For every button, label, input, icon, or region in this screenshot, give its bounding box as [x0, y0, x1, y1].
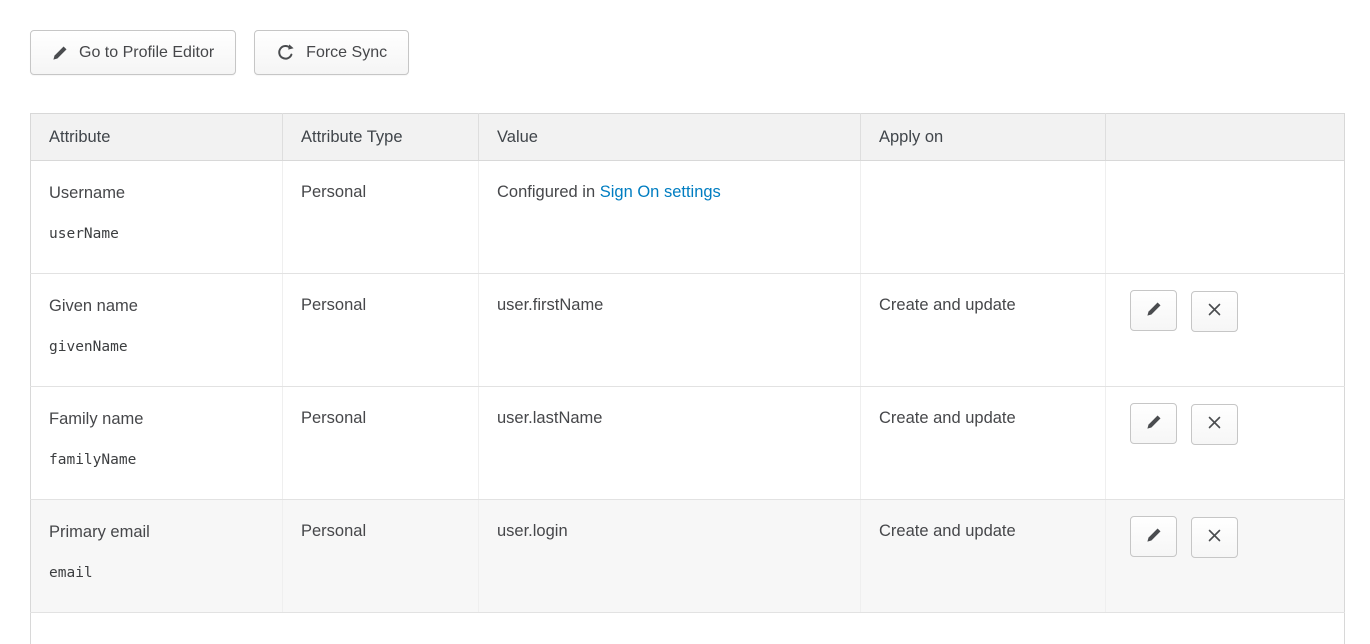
- attribute-variable-name: givenName: [49, 338, 264, 356]
- force-sync-icon: [276, 43, 295, 62]
- close-icon: [1207, 415, 1222, 433]
- column-header-actions: [1106, 114, 1345, 161]
- value-text: Configured in: [497, 183, 600, 201]
- sign-on-settings-link[interactable]: Sign On settings: [600, 183, 721, 201]
- value-cell: user.login: [479, 500, 861, 613]
- apply-on-cell: Create and update: [861, 274, 1106, 387]
- pencil-icon: [1146, 527, 1162, 546]
- attribute-type-cell: Personal: [283, 500, 479, 613]
- attribute-variable-name: userName: [49, 225, 264, 243]
- table-row: Primary email email Personal user.login …: [31, 500, 1345, 613]
- apply-on-cell: Create and update: [861, 387, 1106, 500]
- edit-row-button[interactable]: [1130, 290, 1177, 331]
- remove-row-button[interactable]: [1191, 517, 1238, 558]
- force-sync-label: Force Sync: [306, 44, 387, 62]
- apply-on-cell: Create and update: [861, 500, 1106, 613]
- value-cell: Configured in Sign On settings: [479, 161, 861, 274]
- close-icon: [1207, 528, 1222, 546]
- attribute-cell: Family name familyName: [31, 387, 283, 500]
- force-sync-button[interactable]: Force Sync: [254, 30, 409, 75]
- attribute-label: Family name: [49, 409, 264, 429]
- table-row-partial: [31, 613, 1345, 644]
- edit-row-button[interactable]: [1130, 403, 1177, 444]
- value-cell: user.lastName: [479, 387, 861, 500]
- attribute-label: Given name: [49, 296, 264, 316]
- actions-cell: [1106, 500, 1345, 613]
- attribute-mappings-page: Go to Profile Editor Force Sync Attribut…: [0, 0, 1370, 644]
- table-header-row: Attribute Attribute Type Value Apply on: [31, 114, 1345, 161]
- attribute-type-cell: Personal: [283, 274, 479, 387]
- attribute-label: Primary email: [49, 522, 264, 542]
- column-header-attribute-type: Attribute Type: [283, 114, 479, 161]
- attribute-variable-name: email: [49, 564, 264, 582]
- attribute-cell: Primary email email: [31, 500, 283, 613]
- attribute-cell: Username userName: [31, 161, 283, 274]
- actions-cell: [1106, 387, 1345, 500]
- go-to-profile-editor-label: Go to Profile Editor: [79, 44, 214, 62]
- attribute-label: Username: [49, 183, 264, 203]
- pencil-icon: [1146, 414, 1162, 433]
- table-row: Username userName Personal Configured in…: [31, 161, 1345, 274]
- attribute-variable-name: familyName: [49, 451, 264, 469]
- go-to-profile-editor-button[interactable]: Go to Profile Editor: [30, 30, 236, 75]
- pencil-icon: [1146, 301, 1162, 320]
- remove-row-button[interactable]: [1191, 291, 1238, 332]
- toolbar: Go to Profile Editor Force Sync: [30, 30, 1345, 75]
- pencil-icon: [52, 45, 68, 61]
- attribute-type-cell: Personal: [283, 387, 479, 500]
- edit-row-button[interactable]: [1130, 516, 1177, 557]
- attribute-cell: Given name givenName: [31, 274, 283, 387]
- remove-row-button[interactable]: [1191, 404, 1238, 445]
- column-header-attribute: Attribute: [31, 114, 283, 161]
- table-row: Given name givenName Personal user.first…: [31, 274, 1345, 387]
- attribute-type-cell: Personal: [283, 161, 479, 274]
- actions-cell: [1106, 274, 1345, 387]
- apply-on-cell: [861, 161, 1106, 274]
- table-row: Family name familyName Personal user.las…: [31, 387, 1345, 500]
- attribute-mappings-table: Attribute Attribute Type Value Apply on …: [30, 113, 1345, 644]
- actions-cell: [1106, 161, 1345, 274]
- column-header-value: Value: [479, 114, 861, 161]
- column-header-apply-on: Apply on: [861, 114, 1106, 161]
- close-icon: [1207, 302, 1222, 320]
- value-cell: user.firstName: [479, 274, 861, 387]
